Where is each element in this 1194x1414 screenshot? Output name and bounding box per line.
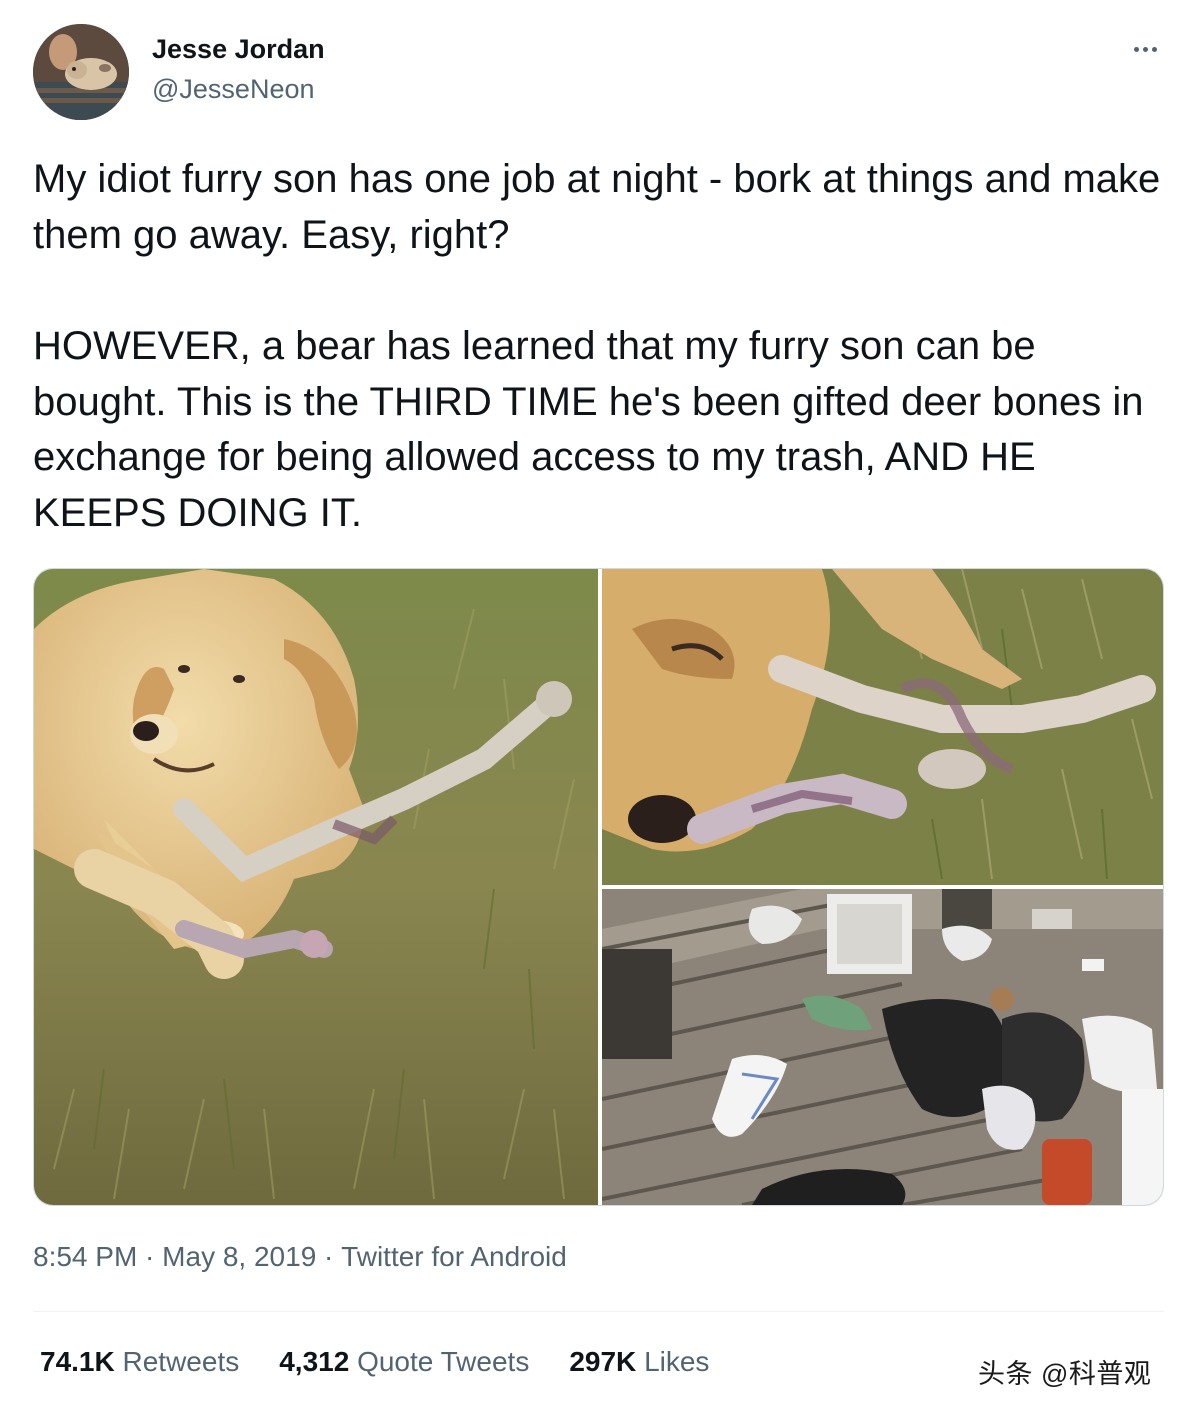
more-horizontal-icon [1151, 46, 1157, 52]
more-horizontal-icon [1133, 46, 1139, 52]
divider [33, 1311, 1164, 1312]
tweet: Jesse Jordan @JesseNeon My idiot furry s… [0, 0, 1194, 1414]
tweet-date[interactable]: May 8, 2019 [162, 1241, 316, 1273]
tweet-paragraph: HOWEVER, a bear has learned that my furr… [33, 324, 1144, 535]
watermark: 头条 @科普观 [978, 1359, 1152, 1389]
more-options-button[interactable] [1120, 34, 1170, 64]
meta-separator: · [316, 1241, 342, 1272]
likes-stat[interactable]: 297K Likes [569, 1346, 709, 1378]
media-grid [33, 568, 1164, 1206]
avatar[interactable] [33, 24, 129, 120]
photo-trash-on-deck[interactable] [602, 889, 1163, 1205]
quote-tweets-count: 4,312 [279, 1346, 358, 1377]
photo-dog-with-bone[interactable] [34, 569, 598, 1205]
tweet-source[interactable]: Twitter for Android [341, 1241, 567, 1273]
author-name[interactable]: Jesse Jordan [152, 34, 325, 65]
tweet-stats: 74.1K Retweets 4,312 Quote Tweets 297K L… [40, 1346, 749, 1378]
quote-tweets-stat[interactable]: 4,312 Quote Tweets [279, 1346, 529, 1378]
retweets-stat[interactable]: 74.1K Retweets [40, 1346, 239, 1378]
photo-dog-chewing-bone[interactable] [602, 569, 1163, 885]
meta-separator: · [137, 1241, 163, 1272]
likes-label: Likes [644, 1346, 710, 1377]
more-horizontal-icon [1142, 46, 1148, 52]
author-handle[interactable]: @JesseNeon [152, 74, 315, 105]
retweets-label: Retweets [122, 1346, 240, 1377]
retweets-count: 74.1K [40, 1346, 123, 1377]
tweet-text: My idiot furry son has one job at night … [33, 152, 1173, 542]
tweet-meta: 8:54 PM · May 8, 2019 · Twitter for Andr… [33, 1241, 567, 1273]
likes-count: 297K [569, 1346, 645, 1377]
tweet-paragraph: My idiot furry son has one job at night … [33, 157, 1161, 257]
tweet-time[interactable]: 8:54 PM [33, 1241, 137, 1273]
quote-tweets-label: Quote Tweets [357, 1346, 530, 1377]
